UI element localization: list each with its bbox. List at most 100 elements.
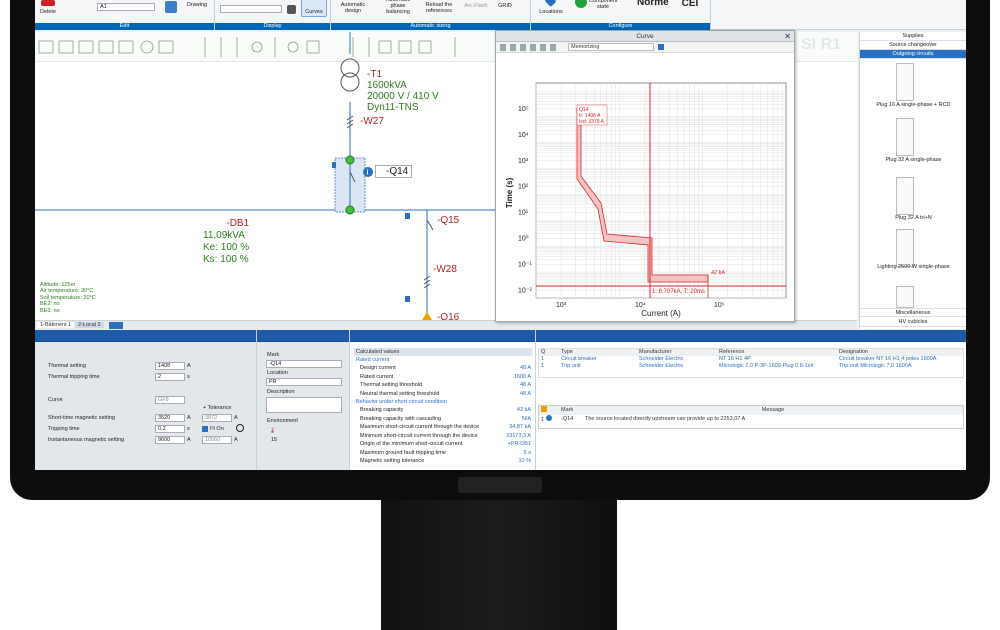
doc-icon[interactable] — [405, 296, 410, 302]
plug-16a-rcd-symbol[interactable] — [896, 63, 914, 101]
calc-row-value: 34,87 kA — [509, 424, 531, 430]
auto-design-button[interactable]: Automatic design — [335, 2, 371, 14]
auto-balancing-button[interactable]: Automatic phase balancing — [379, 0, 417, 15]
selection-handle[interactable] — [345, 205, 355, 215]
component-library-panel: Supplies Source changeover Outgoing circ… — [859, 32, 966, 329]
mark-toolbar — [257, 330, 349, 342]
cable-w27-label: -W27 — [360, 116, 384, 127]
y-tick-label: 10² — [518, 184, 529, 191]
thermal-time-input[interactable]: 2 — [155, 373, 185, 381]
messages-table: Mark Message 1 -Q14 The source located d… — [539, 406, 963, 424]
transformer-label: -T1 1600kVA 20000 V / 410 V Dyn11-TNS — [367, 69, 439, 113]
thermal-setting-input[interactable]: 1408 — [155, 362, 185, 370]
drawing-button[interactable]: Drawing — [183, 2, 211, 8]
monitor-stand — [381, 500, 617, 630]
plug-16a-rcd-label[interactable]: Plug 16 A single-phase + RCD — [864, 102, 963, 108]
save-icon[interactable] — [658, 44, 664, 50]
cei-button[interactable]: CEI — [677, 0, 703, 9]
norme-button[interactable]: Norme — [637, 0, 669, 8]
x-axis-label: Current (A) — [641, 309, 681, 318]
plug-32a-single-symbol[interactable] — [896, 118, 914, 156]
q15-label: -Q15 — [437, 215, 460, 226]
transformer-power: 1600kVA — [367, 80, 407, 91]
memorizing-select[interactable]: Memorizing — [568, 43, 654, 51]
environment-label: Environment — [267, 418, 298, 424]
db1-power: 11,09kVA — [203, 230, 245, 241]
selection-handle[interactable] — [345, 155, 355, 165]
source-changeover-header[interactable]: Source changeover — [860, 41, 966, 50]
thermal-time-label: Thermal tripping time — [48, 374, 100, 380]
reload-references-button[interactable]: Reload the references — [421, 2, 457, 14]
calc-section-title: Behavior under short-circuit condition — [356, 399, 447, 405]
miscellaneous-header[interactable]: Miscellaneous — [860, 308, 966, 317]
plug-32a-tri-label[interactable]: Plug 32 A tri+N — [864, 215, 963, 221]
sheet-tab-1[interactable]: 1-Bâtiment 1 — [37, 322, 75, 328]
db1-mark: -DB1 — [226, 218, 250, 229]
short-time-input[interactable]: 3520 — [155, 414, 185, 422]
location-input[interactable]: PR — [266, 378, 342, 386]
doc-icon[interactable] — [332, 162, 336, 168]
lighting-symbol[interactable] — [896, 229, 914, 267]
calc-row-label: Neutral thermal setting threshold — [360, 390, 440, 397]
next-symbol[interactable] — [896, 286, 914, 308]
cell-type: Trip unit — [561, 363, 581, 369]
calc-row-value: 1600 A — [513, 373, 531, 380]
calc-row-label: Breaking capacity with cascading — [360, 415, 442, 422]
delete-button[interactable]: Delete — [39, 9, 57, 15]
hv-cubicles-header[interactable]: HV cubicles — [860, 318, 966, 327]
curve-tool-icons[interactable] — [500, 44, 560, 51]
locations-icon[interactable] — [544, 0, 557, 8]
calc-row-value: 23173,3 A — [506, 432, 531, 439]
arc-flash-button[interactable]: Arc Flash — [461, 3, 491, 9]
db1-ke: Ke: 100 % — [203, 242, 250, 253]
env-be3: BE3: no — [40, 307, 60, 314]
plug-32a-tri-symbol[interactable] — [896, 177, 914, 215]
y-tick-label: 10⁻¹ — [518, 261, 532, 268]
display-input[interactable] — [220, 5, 282, 13]
ribbon-group-auto-sizing: Automatic design Automatic phase balanci… — [331, 0, 531, 30]
ribbon: Delete A1 Drawing Edit Curves Display Au… — [35, 0, 966, 30]
mark-input[interactable]: -Q14 — [266, 360, 342, 368]
outgoing-circuits-header[interactable]: Outgoing circuits — [860, 50, 966, 59]
lighting-label[interactable]: Lighting 2500 W single-phase — [864, 264, 963, 270]
close-icon[interactable]: ✕ — [784, 31, 791, 42]
environment-info: Altitude: 125m Air temperature: 30°C Soi… — [40, 282, 96, 314]
calc-row-value: 10 % — [518, 458, 531, 464]
inst-mag-label: Instantaneous magnetic setting — [48, 437, 125, 443]
q14-mark-label[interactable]: -Q14 — [375, 165, 413, 178]
timer-icon[interactable] — [236, 424, 244, 432]
description-input[interactable] — [266, 397, 342, 413]
i2t-checkbox[interactable] — [202, 426, 208, 432]
filter-icon[interactable] — [287, 5, 296, 14]
component-state-button[interactable]: Component state — [589, 0, 617, 10]
inst-mag-input[interactable]: 9600 — [155, 436, 185, 444]
message-row[interactable]: 1 -Q14 The source located directly upstr… — [539, 415, 963, 424]
plug-32a-single-label[interactable]: Plug 32 A single-phase — [864, 157, 963, 163]
delete-icon[interactable] — [41, 0, 55, 6]
warning-filter-icon[interactable] — [541, 406, 547, 412]
component-state-icon[interactable] — [575, 0, 587, 8]
add-sheet-icon[interactable] — [109, 322, 123, 329]
calc-row-label: Minimum short-circuit current through th… — [360, 432, 478, 439]
tripping-time-label: Tripping time — [48, 426, 80, 432]
tolerance-label: + Tolerance — [203, 405, 232, 411]
drawing-icon[interactable] — [165, 1, 177, 13]
supplies-header[interactable]: Supplies — [860, 32, 966, 41]
locations-button[interactable]: Locations — [535, 9, 567, 15]
curve-window[interactable]: Curve ✕ Memorizing 10³ 10⁴ 10⁵ 10⁵ 10⁴ 10³ 10² 1… — [495, 30, 795, 322]
calc-toolbar — [350, 330, 535, 342]
sheet-tab-2[interactable]: 2-Local 2 — [75, 322, 104, 328]
col-manufacturer: Manufacturer — [639, 349, 672, 355]
doc-icon[interactable] — [405, 213, 410, 219]
curve-input[interactable]: GF8 — [155, 396, 185, 404]
table-row[interactable]: 1 Circuit breaker Schneider Electric NT 16 … — [539, 356, 963, 363]
trip-curve-chart: 10³ 10⁴ 10⁵10⁵10⁴10³10²10¹10⁰10⁻¹10⁻² Q14 … — [505, 82, 787, 318]
grid-button[interactable]: GRID — [493, 3, 517, 9]
ribbon-group-display: Curves Display — [215, 0, 331, 30]
message-index: 1 — [541, 417, 545, 423]
mark-panel: Mark -Q14 Location PR Description Enviro… — [257, 330, 350, 470]
tripping-time-input[interactable]: 0,2 — [155, 425, 185, 433]
mark-select[interactable]: A1 — [97, 3, 155, 11]
table-row[interactable]: 1 Trip unit Schneider Electric Micrologic 7… — [539, 363, 963, 370]
point-readout: 1: 8,707kA, T: 20ms — [652, 289, 705, 295]
